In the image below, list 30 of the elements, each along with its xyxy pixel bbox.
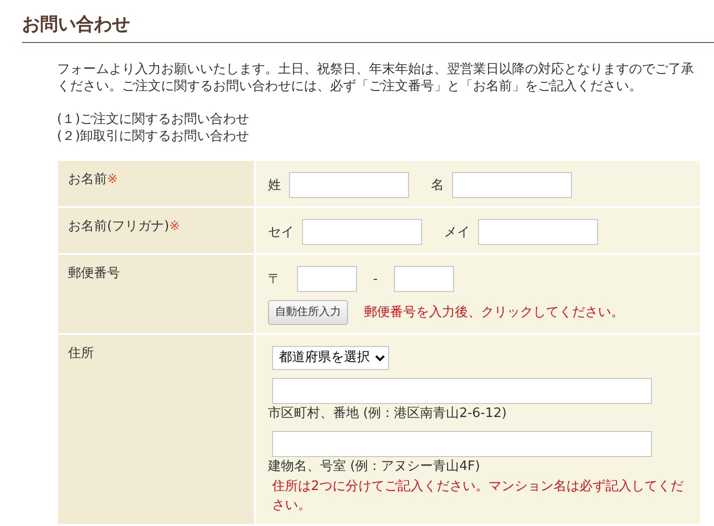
text-input[interactable] <box>478 219 598 246</box>
auto-fill-button[interactable]: 自動住所入力 <box>268 300 348 325</box>
page-title: お問い合わせ <box>22 14 714 43</box>
prefecture-select[interactable]: 都道府県を選択 <box>272 346 389 370</box>
separator-text: - <box>373 270 378 289</box>
field-label: メイ <box>444 224 470 242</box>
instruction-text: 郵便番号を入力後、クリックしてください。 <box>364 304 624 322</box>
text-input[interactable] <box>302 219 422 246</box>
required-mark: ※ <box>107 172 118 188</box>
inquiry-link[interactable]: (１)ご注文に関するお問い合わせ <box>57 112 250 129</box>
field-label: 住所 <box>68 346 94 361</box>
text-input[interactable] <box>452 172 572 198</box>
intro-text: フォームより入力お願いいたします。土日、祝祭日、年末年始は、翌営業日以降の対応となりますのでご了承ください。ご注文に関するお問い合わせには、必ず「ご注文番号」と「お名前」をご記入ください。 <box>57 60 695 96</box>
hint-text: 市区町村、番地 (例：港区南青山2-6-12) <box>268 404 508 423</box>
instruction-text: 住所は2つに分けてご記入ください。マンション名は必ず記入してください。 <box>272 478 684 516</box>
postal-input[interactable] <box>297 266 357 292</box>
field-label: 姓 <box>268 176 281 195</box>
hint-text: 建物名、号室 (例：アヌシー青山4F) <box>268 458 482 476</box>
postal-mark: 〒 <box>268 270 281 289</box>
text-input[interactable] <box>289 172 409 198</box>
text-input[interactable] <box>272 378 652 404</box>
required-mark: ※ <box>169 219 180 234</box>
field-label: 名 <box>431 176 444 195</box>
text-input[interactable] <box>272 431 652 458</box>
field-label: 郵便番号 <box>68 266 120 282</box>
field-label: お名前 <box>68 172 107 188</box>
field-label: セイ <box>268 224 294 242</box>
inquiry-link[interactable]: (２)卸取引に関するお問い合わせ <box>57 128 250 146</box>
field-label: お名前(フリガナ) <box>68 219 170 234</box>
postal-input[interactable] <box>394 266 454 292</box>
